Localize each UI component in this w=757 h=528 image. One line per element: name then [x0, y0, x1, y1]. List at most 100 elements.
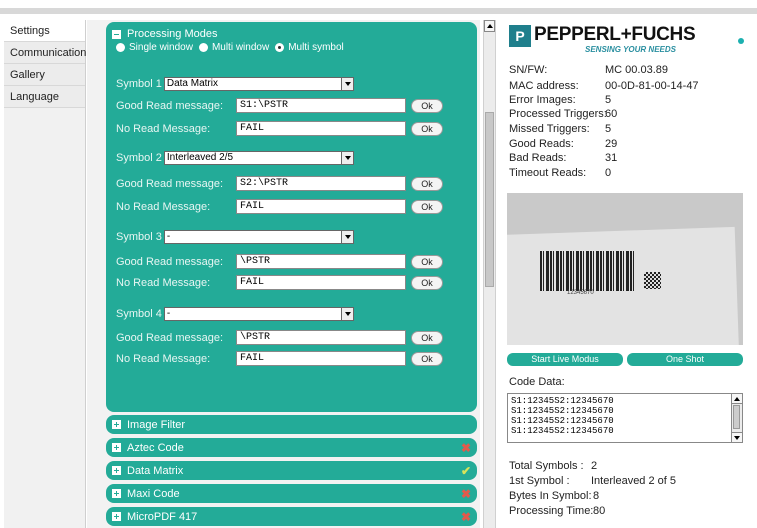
- symbol-1-good-input[interactable]: S1:\PSTR: [236, 98, 406, 113]
- mode-single-window[interactable]: Single window: [116, 42, 193, 53]
- symbol-2-good-row: Good Read message: S2:\PSTR Ok: [116, 176, 443, 191]
- code-data-textarea[interactable]: S1:12345S2:12345670 S1:12345S2:12345670 …: [507, 393, 743, 443]
- scroll-thumb[interactable]: [733, 405, 740, 429]
- scroll-down-icon[interactable]: [732, 432, 742, 442]
- symbol-2-no-ok-button[interactable]: Ok: [411, 199, 443, 214]
- chevron-down-icon: [340, 308, 353, 320]
- chevron-down-icon: [340, 231, 353, 243]
- info-row: MAC address: 00-0D-81-00-14-47: [509, 80, 699, 92]
- symbol-4-row: Symbol 4 -: [116, 307, 354, 321]
- symbol-2-good-input[interactable]: S2:\PSTR: [236, 176, 406, 191]
- scroll-thumb[interactable]: [485, 112, 494, 287]
- code-line: S1:12345S2:12345670: [511, 396, 614, 406]
- top-bar: [0, 0, 757, 14]
- accordion-micropdf-417[interactable]: MicroPDF 417 ✖: [106, 507, 477, 526]
- info-row: Error Images: 5: [509, 94, 612, 106]
- symbol-4-good-row: Good Read message: \PSTR Ok: [116, 330, 443, 345]
- symbol-3-no-row: No Read Message: FAIL Ok: [116, 275, 443, 290]
- brand-tagline: SENSING YOUR NEEDS: [585, 45, 676, 54]
- expand-icon: [112, 420, 121, 429]
- barcode-graphic: [540, 251, 635, 291]
- symbol-4-no-ok-button[interactable]: Ok: [411, 351, 443, 366]
- summary-row: 1st Symbol : Interleaved 2 of 5: [509, 475, 677, 487]
- symbol-2-good-ok-button[interactable]: Ok: [411, 176, 443, 191]
- mode-radio-group: Single window Multi window Multi symbol: [116, 42, 350, 53]
- symbol-3-no-ok-button[interactable]: Ok: [411, 275, 443, 290]
- radio-icon: [116, 43, 125, 52]
- summary-row: Processing Time: 80: [509, 505, 606, 517]
- mode-multi-window[interactable]: Multi window: [198, 42, 269, 53]
- code-line: S1:12345S2:12345670: [511, 406, 614, 416]
- summary-row: Total Symbols :2: [509, 460, 598, 472]
- datamatrix-graphic: [644, 272, 661, 289]
- accordion-image-filter[interactable]: Image Filter: [106, 415, 477, 434]
- sidebar-item-gallery[interactable]: Gallery: [4, 64, 85, 86]
- expand-icon: [112, 466, 121, 475]
- symbol-1-select[interactable]: Data Matrix: [163, 77, 354, 91]
- symbol-3-good-input[interactable]: \PSTR: [236, 254, 406, 269]
- camera-image: 12345670: [507, 193, 743, 345]
- processing-modes-panel: Processing Modes Single window Multi win…: [106, 22, 477, 412]
- expand-icon: [112, 489, 121, 498]
- sidebar-item-settings[interactable]: Settings: [4, 20, 85, 42]
- symbol-4-good-ok-button[interactable]: Ok: [411, 330, 443, 345]
- code-scrollbar[interactable]: [731, 394, 742, 442]
- disabled-x-icon: ✖: [460, 441, 471, 455]
- accordion-maxi-code[interactable]: Maxi Code ✖: [106, 484, 477, 503]
- brand-logo: P PEPPERL+FUCHS: [509, 25, 696, 47]
- processing-modes-header[interactable]: Processing Modes: [112, 26, 218, 42]
- symbol-4-no-input[interactable]: FAIL: [236, 351, 406, 366]
- code-line: S1:12345S2:12345670: [511, 426, 614, 436]
- status-dot-icon: [738, 38, 744, 44]
- accordion-aztec-code[interactable]: Aztec Code ✖: [106, 438, 477, 457]
- symbol-4-good-input[interactable]: \PSTR: [236, 330, 406, 345]
- info-row: Good Reads: 29: [509, 138, 618, 150]
- expand-icon: [112, 512, 121, 521]
- symbol-1-no-ok-button[interactable]: Ok: [411, 121, 443, 136]
- symbol-1-good-ok-button[interactable]: Ok: [411, 98, 443, 113]
- collapse-icon: [112, 29, 121, 39]
- barcode-number: 12345670: [567, 290, 594, 296]
- symbol-4-no-row: No Read Message: FAIL Ok: [116, 351, 443, 366]
- disabled-x-icon: ✖: [460, 487, 471, 501]
- symbol-1-no-row: No Read Message: FAIL Ok: [116, 121, 443, 136]
- symbol-3-good-ok-button[interactable]: Ok: [411, 254, 443, 269]
- symbol-2-select[interactable]: Interleaved 2/5: [163, 151, 354, 165]
- radio-icon: [198, 43, 208, 52]
- info-row: Missed Triggers: 5: [509, 123, 612, 135]
- panel-title: Processing Modes: [127, 28, 218, 40]
- expand-icon: [112, 443, 121, 452]
- symbol-2-no-row: No Read Message: FAIL Ok: [116, 199, 443, 214]
- symbol-3-row: Symbol 3 -: [116, 230, 354, 244]
- symbol-3-select[interactable]: -: [163, 230, 354, 244]
- chevron-down-icon: [340, 78, 353, 90]
- sidebar-item-communication[interactable]: Communication: [4, 42, 86, 64]
- logo-mark: P: [509, 25, 531, 47]
- accordion-data-matrix[interactable]: Data Matrix ✔: [106, 461, 477, 480]
- symbol-2-row: Symbol 2 Interleaved 2/5: [116, 151, 354, 165]
- disabled-x-icon: ✖: [460, 510, 471, 524]
- sidebar-item-language[interactable]: Language: [4, 86, 85, 108]
- chevron-down-icon: [340, 152, 353, 164]
- code-line: S1:12345S2:12345670: [511, 416, 614, 426]
- radio-selected-icon: [275, 43, 285, 52]
- mode-multi-symbol[interactable]: Multi symbol: [275, 42, 344, 53]
- scroll-up-icon[interactable]: [732, 394, 742, 404]
- info-row: SN/FW: MC 00.03.89: [509, 64, 668, 76]
- symbol-1-row: Symbol 1 Data Matrix: [116, 77, 354, 91]
- symbol-4-select[interactable]: -: [163, 307, 354, 321]
- symbol-3-no-input[interactable]: FAIL: [236, 275, 406, 290]
- start-live-button[interactable]: Start Live Modus: [507, 353, 623, 366]
- symbol-3-good-row: Good Read message: \PSTR Ok: [116, 254, 443, 269]
- code-data-label: Code Data:: [509, 376, 565, 388]
- scroll-up-icon[interactable]: [484, 20, 495, 32]
- info-row: Bad Reads: 31: [509, 152, 618, 164]
- settings-scrollbar[interactable]: [483, 20, 495, 528]
- info-row: Timeout Reads: 0: [509, 167, 612, 179]
- enabled-check-icon: ✔: [460, 464, 471, 478]
- symbol-1-no-input[interactable]: FAIL: [236, 121, 406, 136]
- sidebar: Settings Communication Gallery Language: [4, 20, 86, 528]
- gutter: [87, 20, 105, 528]
- one-shot-button[interactable]: One Shot: [627, 353, 743, 366]
- symbol-2-no-input[interactable]: FAIL: [236, 199, 406, 214]
